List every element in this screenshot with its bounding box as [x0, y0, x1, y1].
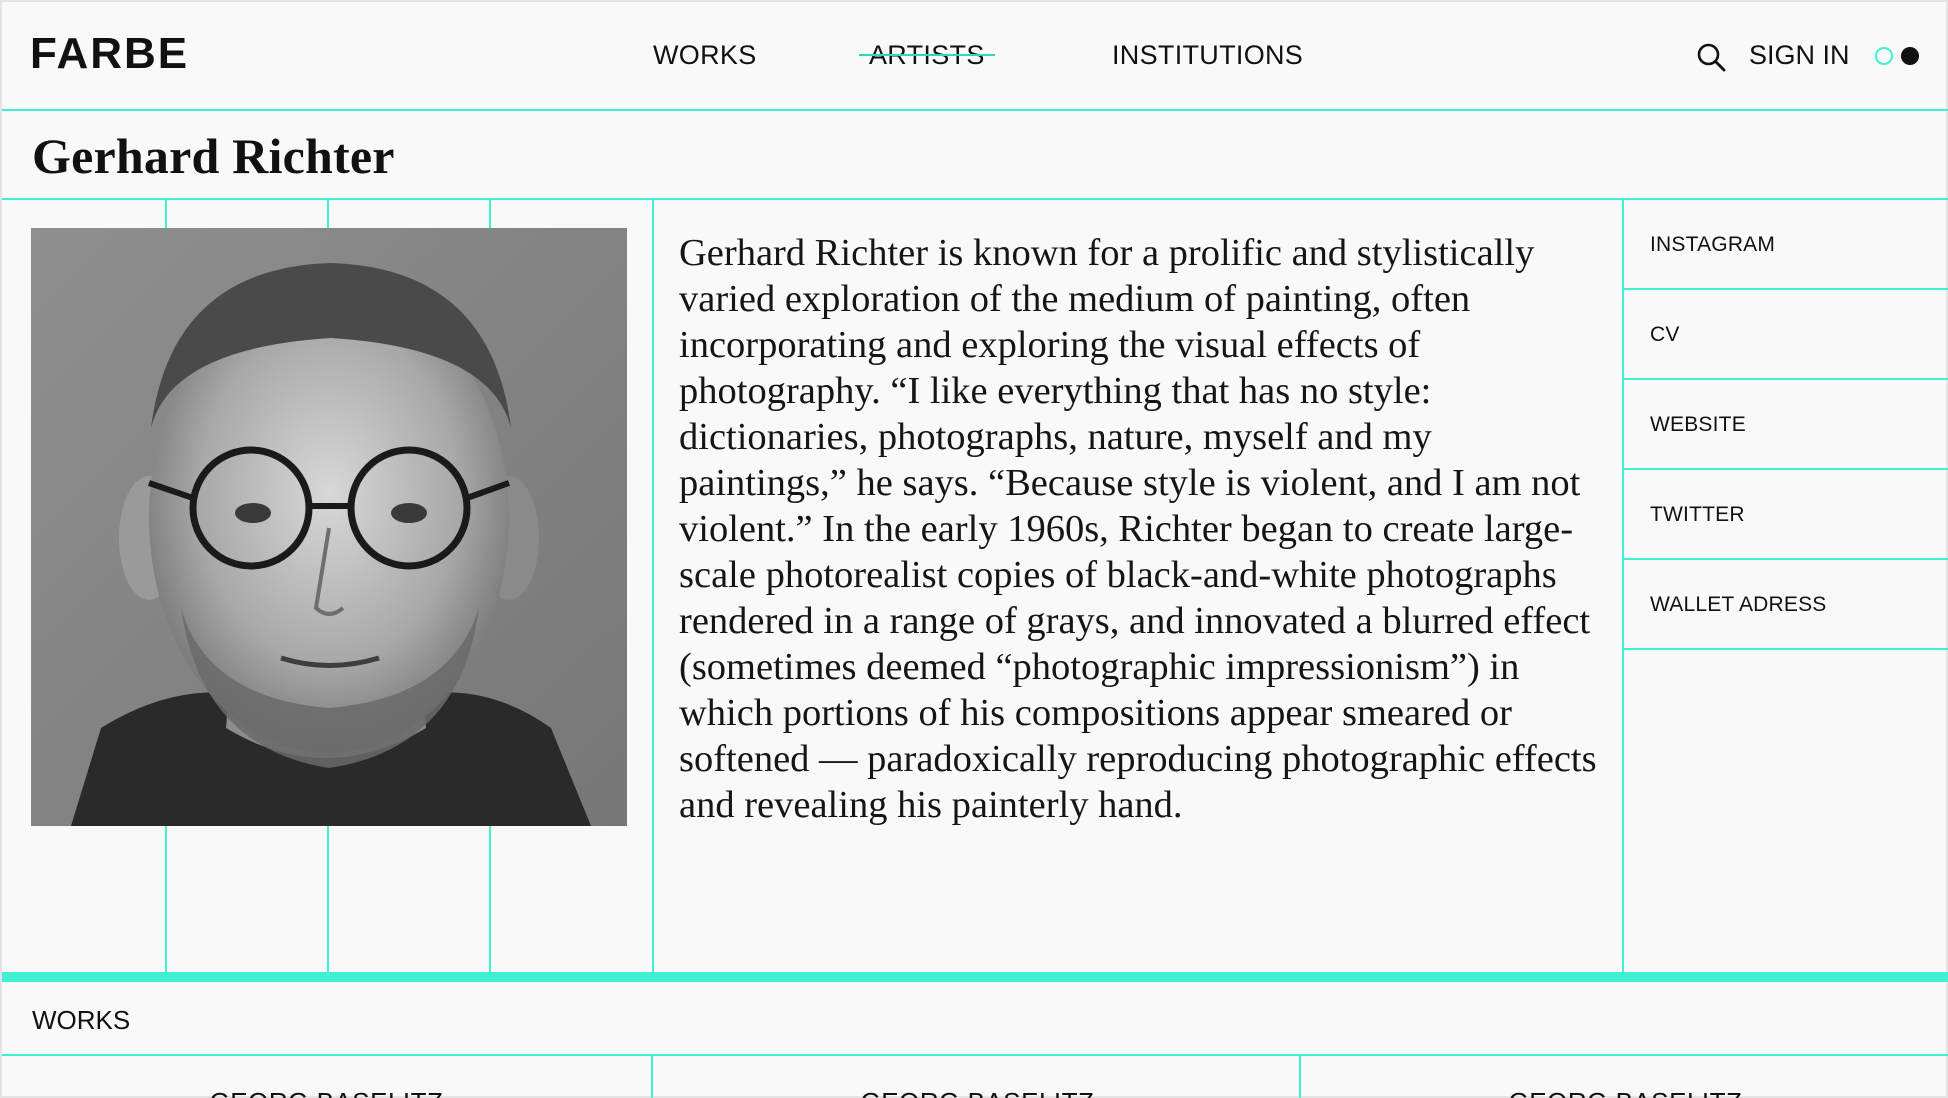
portrait-column	[2, 200, 652, 974]
work-card-title: GEORG BASELITZ	[653, 1086, 1302, 1098]
works-heading: WORKS	[32, 1005, 131, 1035]
link-twitter[interactable]: TWITTER	[1624, 470, 1948, 560]
work-card-title: GEORG BASELITZ	[2, 1086, 651, 1098]
sign-in-link[interactable]: SIGN IN	[1749, 38, 1850, 72]
artist-bio: Gerhard Richter is known for a prolific …	[679, 232, 1597, 826]
link-wallet-address[interactable]: WALLET ADRESS	[1624, 560, 1948, 650]
artist-links: INSTAGRAM CV WEBSITE TWITTER WALLET ADRE…	[1624, 200, 1948, 974]
light-mode-dot[interactable]	[1875, 47, 1893, 65]
artist-portrait	[31, 228, 627, 826]
nav-artists[interactable]: ARTISTS	[859, 38, 995, 72]
section-divider	[2, 972, 1948, 982]
link-label: INSTAGRAM	[1650, 233, 1776, 256]
farbe-logo[interactable]: FARBE	[30, 32, 189, 76]
artist-name: Gerhard Richter	[32, 128, 395, 184]
work-card[interactable]: GEORG BASELITZ	[1301, 1056, 1948, 1098]
dark-mode-dot[interactable]	[1901, 47, 1919, 65]
nav-institutions[interactable]: INSTITUTIONS	[1112, 38, 1303, 72]
link-label: WALLET ADRESS	[1650, 593, 1827, 616]
artist-content: Gerhard Richter is known for a prolific …	[2, 200, 1948, 974]
work-card[interactable]: GEORG BASELITZ	[653, 1056, 1302, 1098]
link-label: TWITTER	[1650, 503, 1745, 526]
link-label: CV	[1650, 323, 1680, 346]
top-navigation-bar: FARBE WORKS ARTISTS INSTITUTIONS SIGN IN	[2, 2, 1948, 111]
nav-works[interactable]: WORKS	[653, 38, 757, 72]
work-card-title: GEORG BASELITZ	[1301, 1086, 1948, 1098]
artist-title-row: Gerhard Richter	[2, 111, 1948, 200]
works-grid: GEORG BASELITZ GEORG BASELITZ GEORG BASE…	[2, 1056, 1948, 1098]
works-section-header: WORKS	[2, 982, 1948, 1056]
link-label: WEBSITE	[1650, 413, 1746, 436]
theme-toggle-icon[interactable]	[1875, 46, 1923, 66]
search-icon[interactable]	[1696, 42, 1726, 72]
work-card[interactable]: GEORG BASELITZ	[2, 1056, 651, 1098]
link-instagram[interactable]: INSTAGRAM	[1624, 200, 1948, 290]
link-website[interactable]: WEBSITE	[1624, 380, 1948, 470]
artist-page: FARBE WORKS ARTISTS INSTITUTIONS SIGN IN…	[0, 0, 1948, 1098]
link-cv[interactable]: CV	[1624, 290, 1948, 380]
bio-column: Gerhard Richter is known for a prolific …	[652, 200, 1624, 974]
